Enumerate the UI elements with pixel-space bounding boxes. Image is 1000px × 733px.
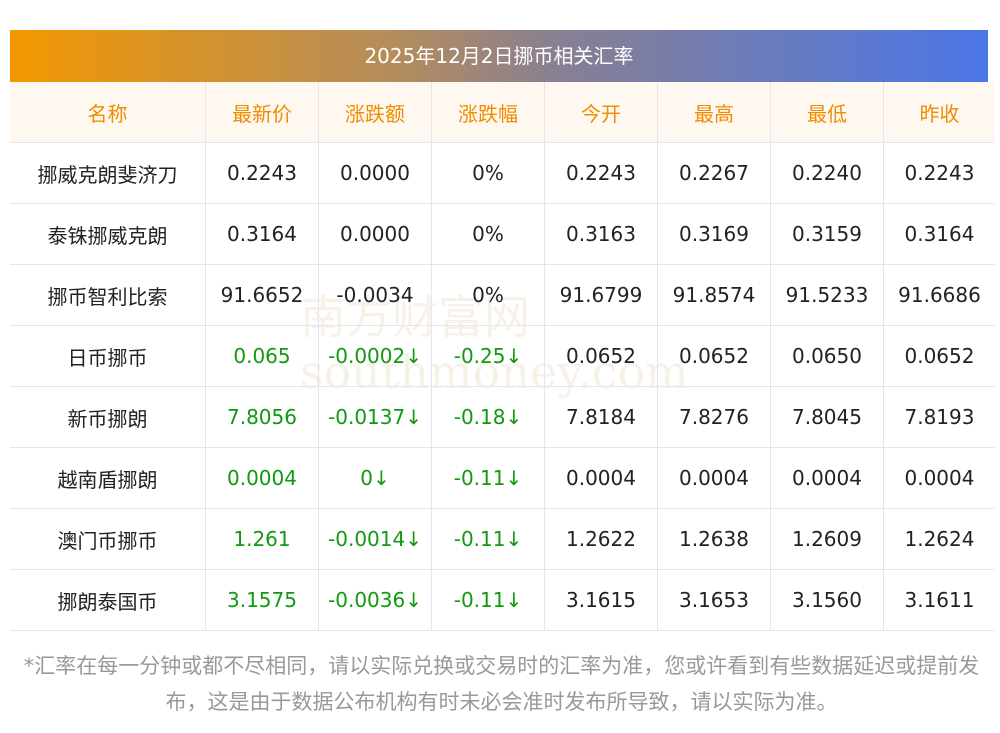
table-row: 澳门币挪币 1.261 -0.0014↓ -0.11↓ 1.2622 1.2638 1.26… xyxy=(10,508,995,570)
exchange-rate-table: 名称 最新价 涨跌额 涨跌幅 今开 最高 最低 昨收 挪威克朗斐济刀 0.2243 0.0000 0… xyxy=(10,82,995,631)
column-header: 最高 xyxy=(657,82,771,143)
currency-pair-name: 挪币智利比索 xyxy=(10,264,206,326)
currency-pair-name: 泰铢挪威克朗 xyxy=(10,203,206,265)
rate-cell: 3.1615 xyxy=(544,569,658,631)
table-row: 越南盾挪朗 0.0004 0↓ -0.11↓ 0.0004 0.0004 0.0004 0.0… xyxy=(10,447,995,509)
column-header: 涨跌额 xyxy=(318,82,432,143)
rate-cell: 0.3164 xyxy=(205,203,319,265)
column-header: 名称 xyxy=(10,82,206,143)
rate-cell: 0.2267 xyxy=(657,142,771,204)
rate-cell: 0.0000 xyxy=(318,203,432,265)
rate-cell: 0.0652 xyxy=(657,325,771,387)
rate-cell: 1.2624 xyxy=(883,508,995,570)
rate-cell: 0↓ xyxy=(318,447,432,509)
table-row: 日币挪币 0.065 -0.0002↓ -0.25↓ 0.0652 0.0652 0.065… xyxy=(10,325,995,387)
rate-cell: 0.0004 xyxy=(544,447,658,509)
rate-cell: -0.18↓ xyxy=(431,386,545,448)
currency-pair-name: 越南盾挪朗 xyxy=(10,447,206,509)
rate-cell: 0.0652 xyxy=(544,325,658,387)
column-header: 最低 xyxy=(770,82,884,143)
currency-pair-name: 挪威克朗斐济刀 xyxy=(10,142,206,204)
rate-cell: -0.11↓ xyxy=(431,447,545,509)
currency-pair-name: 澳门币挪币 xyxy=(10,508,206,570)
rate-cell: 0% xyxy=(431,142,545,204)
rate-cell: -0.0014↓ xyxy=(318,508,432,570)
table-title: 2025年12月2日挪币相关汇率 xyxy=(10,30,988,82)
table-row: 泰铢挪威克朗 0.3164 0.0000 0% 0.3163 0.3169 0.3159 0.… xyxy=(10,203,995,265)
rate-cell: 1.2609 xyxy=(770,508,884,570)
rate-cell: 3.1560 xyxy=(770,569,884,631)
table-row: 挪威克朗斐济刀 0.2243 0.0000 0% 0.2243 0.2267 0.2240 0… xyxy=(10,142,995,204)
rate-cell: 0.0650 xyxy=(770,325,884,387)
rate-cell: 91.6652 xyxy=(205,264,319,326)
rate-cell: 0.0004 xyxy=(657,447,771,509)
rate-cell: 0.0004 xyxy=(770,447,884,509)
rate-cell: 0.3164 xyxy=(883,203,995,265)
rate-cell: 3.1575 xyxy=(205,569,319,631)
rate-cell: 7.8193 xyxy=(883,386,995,448)
column-header: 涨跌幅 xyxy=(431,82,545,143)
table-row: 挪朗泰国币 3.1575 -0.0036↓ -0.11↓ 3.1615 3.1653 3.1… xyxy=(10,569,995,631)
rate-cell: 0% xyxy=(431,264,545,326)
rate-cell: 91.6799 xyxy=(544,264,658,326)
table-row: 新币挪朗 7.8056 -0.0137↓ -0.18↓ 7.8184 7.8276 7.80… xyxy=(10,386,995,448)
rate-cell: -0.0002↓ xyxy=(318,325,432,387)
rate-cell: 3.1611 xyxy=(883,569,995,631)
rate-cell: 0.0004 xyxy=(205,447,319,509)
currency-pair-name: 新币挪朗 xyxy=(10,386,206,448)
rate-cell: 1.2638 xyxy=(657,508,771,570)
rate-cell: 0.065 xyxy=(205,325,319,387)
rate-cell: 91.6686 xyxy=(883,264,995,326)
rate-cell: 1.261 xyxy=(205,508,319,570)
table-header-row: 名称 最新价 涨跌额 涨跌幅 今开 最高 最低 昨收 xyxy=(10,82,995,143)
rate-cell: 0.0000 xyxy=(318,142,432,204)
table-row: 挪币智利比索 91.6652 -0.0034 0% 91.6799 91.8574 91.5… xyxy=(10,264,995,326)
rate-cell: 0.3159 xyxy=(770,203,884,265)
rate-cell: 7.8045 xyxy=(770,386,884,448)
rate-cell: 0.2243 xyxy=(883,142,995,204)
rate-cell: 0.0652 xyxy=(883,325,995,387)
rate-cell: 0.2243 xyxy=(544,142,658,204)
rate-cell: -0.0034 xyxy=(318,264,432,326)
rate-cell: 0.2243 xyxy=(205,142,319,204)
rate-cell: -0.0137↓ xyxy=(318,386,432,448)
rate-cell: 91.5233 xyxy=(770,264,884,326)
currency-pair-name: 日币挪币 xyxy=(10,325,206,387)
column-header: 最新价 xyxy=(205,82,319,143)
currency-pair-name: 挪朗泰国币 xyxy=(10,569,206,631)
rate-cell: 0% xyxy=(431,203,545,265)
rate-cell: -0.0036↓ xyxy=(318,569,432,631)
disclaimer-note: *汇率在每一分钟或都不尽相同，请以实际兑换或交易时的汇率为准，您或许看到有些数据… xyxy=(23,654,980,714)
rate-cell: 1.2622 xyxy=(544,508,658,570)
rate-cell: -0.25↓ xyxy=(431,325,545,387)
rate-cell: -0.11↓ xyxy=(431,569,545,631)
rate-cell: 0.3169 xyxy=(657,203,771,265)
rate-cell: 7.8056 xyxy=(205,386,319,448)
rate-cell: 91.8574 xyxy=(657,264,771,326)
rate-cell: 3.1653 xyxy=(657,569,771,631)
rate-cell: 0.2240 xyxy=(770,142,884,204)
rate-cell: -0.11↓ xyxy=(431,508,545,570)
rate-cell: 7.8184 xyxy=(544,386,658,448)
column-header: 今开 xyxy=(544,82,658,143)
rate-cell: 0.0004 xyxy=(883,447,995,509)
rate-cell: 0.3163 xyxy=(544,203,658,265)
column-header: 昨收 xyxy=(883,82,995,143)
rate-cell: 7.8276 xyxy=(657,386,771,448)
